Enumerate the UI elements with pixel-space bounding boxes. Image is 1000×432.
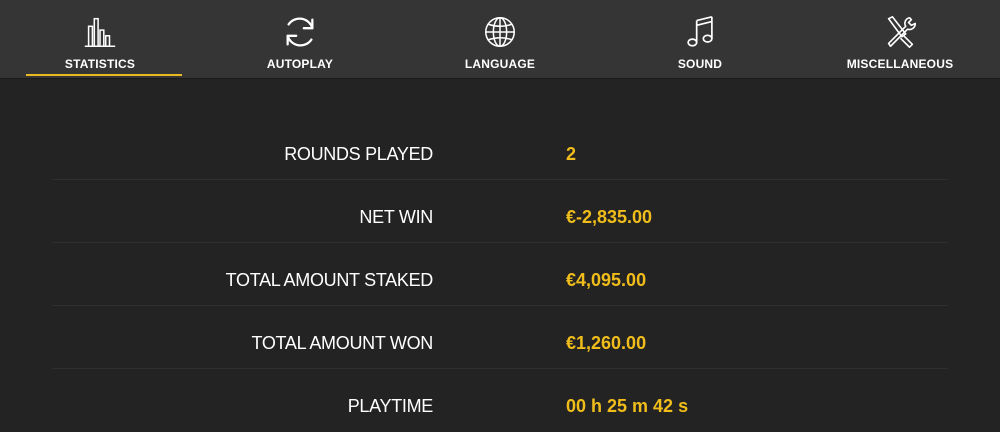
stat-value: €4,095.00 (566, 270, 647, 290)
stat-label: PLAYTIME (347, 396, 434, 416)
stat-row-total-amount-staked: TOTAL AMOUNT STAKED €4,095.00 (52, 243, 948, 306)
tab-label-language: LANGUAGE (464, 57, 536, 71)
stat-label: ROUNDS PLAYED (284, 144, 433, 164)
tools-icon (880, 12, 920, 52)
stat-row-rounds-played: ROUNDS PLAYED 2 (52, 128, 948, 180)
stat-value: €-2,835.00 (566, 207, 653, 227)
tab-autoplay[interactable]: AUTOPLAY (200, 0, 400, 78)
stat-label: TOTAL AMOUNT STAKED (225, 270, 434, 290)
tab-language[interactable]: LANGUAGE (400, 0, 600, 78)
tab-label-autoplay: AUTOPLAY (266, 57, 334, 71)
tab-miscellaneous[interactable]: MISCELLANEOUS (800, 0, 1000, 78)
globe-icon (480, 12, 520, 52)
stat-label: TOTAL AMOUNT WON (251, 333, 433, 353)
tab-statistics[interactable]: STATISTICS (0, 0, 200, 78)
bar-chart-icon (80, 12, 120, 52)
stat-value: 00 h 25 m 42 s (566, 396, 689, 416)
stat-value: €1,260.00 (566, 333, 647, 353)
music-note-icon (680, 12, 720, 52)
tab-sound[interactable]: SOUND (600, 0, 800, 78)
tab-label-sound: SOUND (677, 57, 723, 71)
settings-tab-bar: STATISTICS AUTOPLAY LANGUAGE SOUND MISCE… (0, 0, 1000, 78)
stat-row-playtime: PLAYTIME 00 h 25 m 42 s (52, 369, 948, 431)
statistics-table: ROUNDS PLAYED 2 NET WIN €-2,835.00 TOTAL… (52, 128, 948, 431)
stat-row-net-win: NET WIN €-2,835.00 (52, 180, 948, 243)
refresh-icon (280, 12, 320, 52)
active-tab-indicator (26, 74, 182, 76)
settings-panel: STATISTICS AUTOPLAY LANGUAGE SOUND MISCE… (0, 0, 1000, 432)
stat-row-total-amount-won: TOTAL AMOUNT WON €1,260.00 (52, 306, 948, 369)
tab-label-miscellaneous: MISCELLANEOUS (846, 57, 954, 71)
stat-label: NET WIN (359, 207, 433, 227)
stat-value: 2 (566, 144, 577, 164)
tab-label-statistics: STATISTICS (64, 57, 136, 71)
